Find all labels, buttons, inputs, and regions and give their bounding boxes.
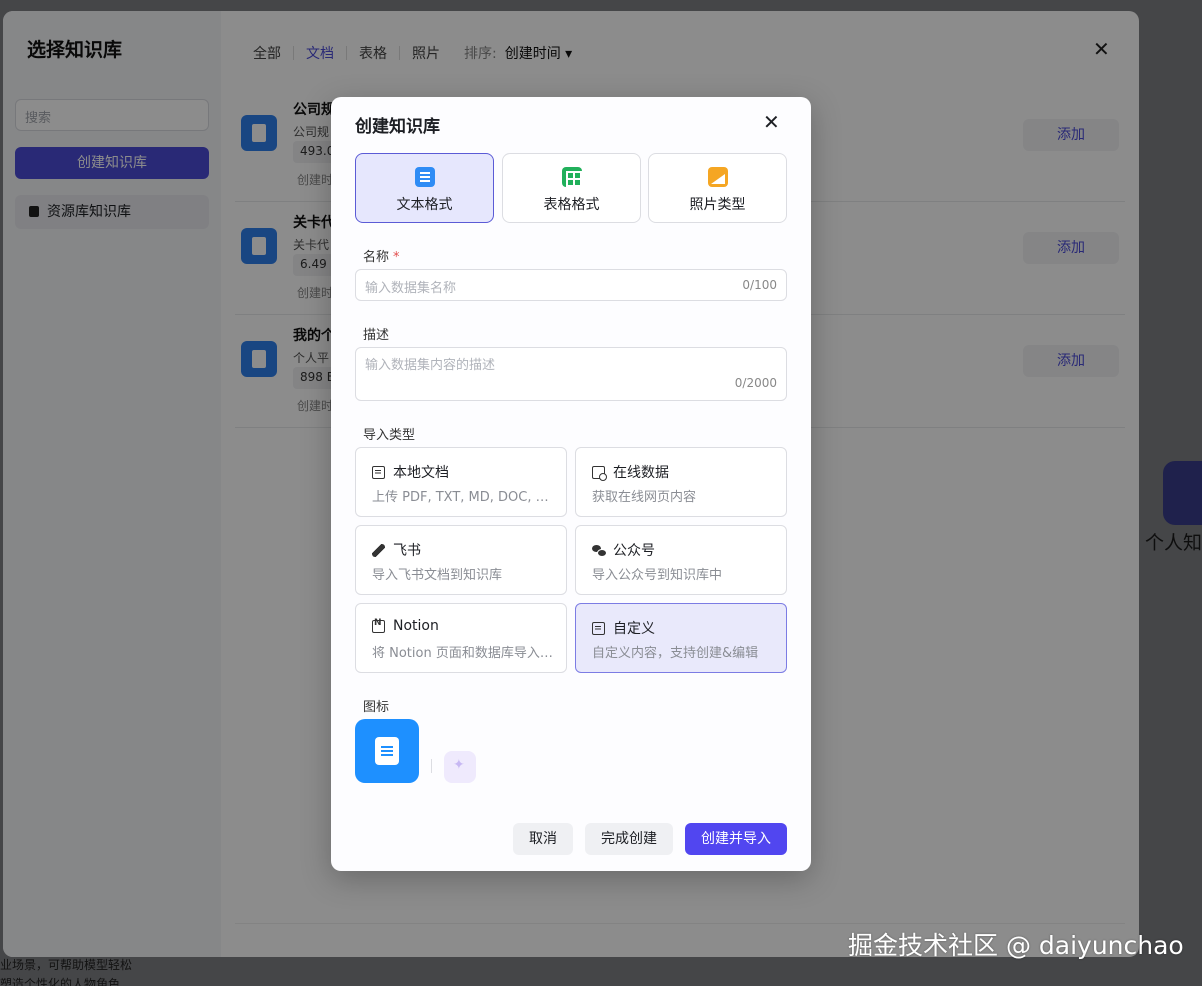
description-placeholder: 输入数据集内容的描述 (365, 358, 496, 373)
format-label: 表格格式 (543, 197, 600, 213)
finish-create-button[interactable]: 完成创建 (585, 823, 673, 855)
import-option-desc: 获取在线网页内容 (592, 490, 697, 505)
import-option-title: 在线数据 (613, 465, 669, 481)
import-option-title: 本地文档 (393, 465, 449, 481)
wechat-icon (592, 544, 607, 557)
import-option-header: 飞书 (372, 540, 421, 560)
doc-icon (414, 167, 435, 187)
import-option-title: 自定义 (613, 621, 655, 637)
import-option-desc: 导入飞书文档到知识库 (372, 568, 503, 583)
import-option-desc: 导入公众号到知识库中 (592, 568, 723, 583)
create-kb-modal: 创建知识库 ✕ 文本格式 表格格式 照片类型 名称 * 输入数据集名称 0/100… (331, 97, 811, 871)
cancel-button[interactable]: 取消 (513, 823, 573, 855)
name-label-text: 名称 (363, 250, 390, 265)
icon-divider (431, 759, 432, 773)
import-option-wechat[interactable]: 公众号 导入公众号到知识库中 (575, 525, 787, 595)
format-label: 照片类型 (689, 197, 746, 213)
import-option-local[interactable]: 本地文档 上传 PDF, TXT, MD, DOC, DOCX 格式的本地文件 (355, 447, 567, 517)
photo-icon (707, 167, 728, 187)
import-option-desc: 将 Notion 页面和数据库导入到知识库 (372, 646, 556, 661)
import-option-feishu[interactable]: 飞书 导入飞书文档到知识库 (355, 525, 567, 595)
import-option-title: 公众号 (613, 543, 655, 559)
custom-icon (592, 621, 605, 635)
format-option-text[interactable]: 文本格式 (355, 153, 494, 223)
import-option-title: Notion (393, 618, 439, 634)
format-label: 文本格式 (396, 197, 453, 213)
icon-label: 图标 (363, 700, 390, 715)
name-field[interactable]: 输入数据集名称 0/100 (355, 269, 787, 301)
create-and-import-button[interactable]: 创建并导入 (685, 823, 787, 855)
import-option-title: 飞书 (393, 543, 421, 559)
import-type-label: 导入类型 (363, 428, 416, 443)
modal-title: 创建知识库 (355, 117, 440, 137)
description-field[interactable]: 输入数据集内容的描述 0/2000 (355, 347, 787, 401)
import-option-header: 公众号 (592, 540, 655, 560)
import-option-custom[interactable]: 自定义 自定义内容，支持创建&编辑 (575, 603, 787, 673)
import-option-header: 在线数据 (592, 462, 669, 482)
kb-doc-icon[interactable] (355, 719, 419, 783)
description-label: 描述 (363, 328, 390, 343)
watermark: 掘金技术社区 @ daiyunchao (848, 931, 1184, 960)
import-option-header: 本地文档 (372, 462, 449, 482)
import-option-online[interactable]: 在线数据 获取在线网页内容 (575, 447, 787, 517)
format-option-sheet[interactable]: 表格格式 (502, 153, 641, 223)
description-char-count: 0/2000 (734, 376, 777, 390)
close-icon[interactable]: ✕ (763, 112, 780, 132)
feishu-icon (372, 543, 385, 557)
import-option-notion[interactable]: Notion 将 Notion 页面和数据库导入到知识库 (355, 603, 567, 673)
import-option-header: 自定义 (592, 618, 655, 638)
name-placeholder: 输入数据集名称 (365, 281, 457, 296)
ai-generate-icon[interactable] (444, 751, 476, 783)
file-icon (372, 465, 385, 479)
import-option-header: Notion (372, 618, 439, 634)
name-char-count: 0/100 (742, 278, 777, 292)
notion-icon (372, 618, 385, 633)
online-data-icon (592, 465, 607, 481)
required-mark: * (393, 250, 400, 265)
name-label: 名称 * (363, 246, 400, 265)
sheet-icon (561, 167, 582, 187)
import-option-desc: 自定义内容，支持创建&编辑 (592, 646, 759, 661)
import-option-desc: 上传 PDF, TXT, MD, DOC, DOCX 格式的本地文件 (372, 490, 556, 505)
format-option-photo[interactable]: 照片类型 (648, 153, 787, 223)
